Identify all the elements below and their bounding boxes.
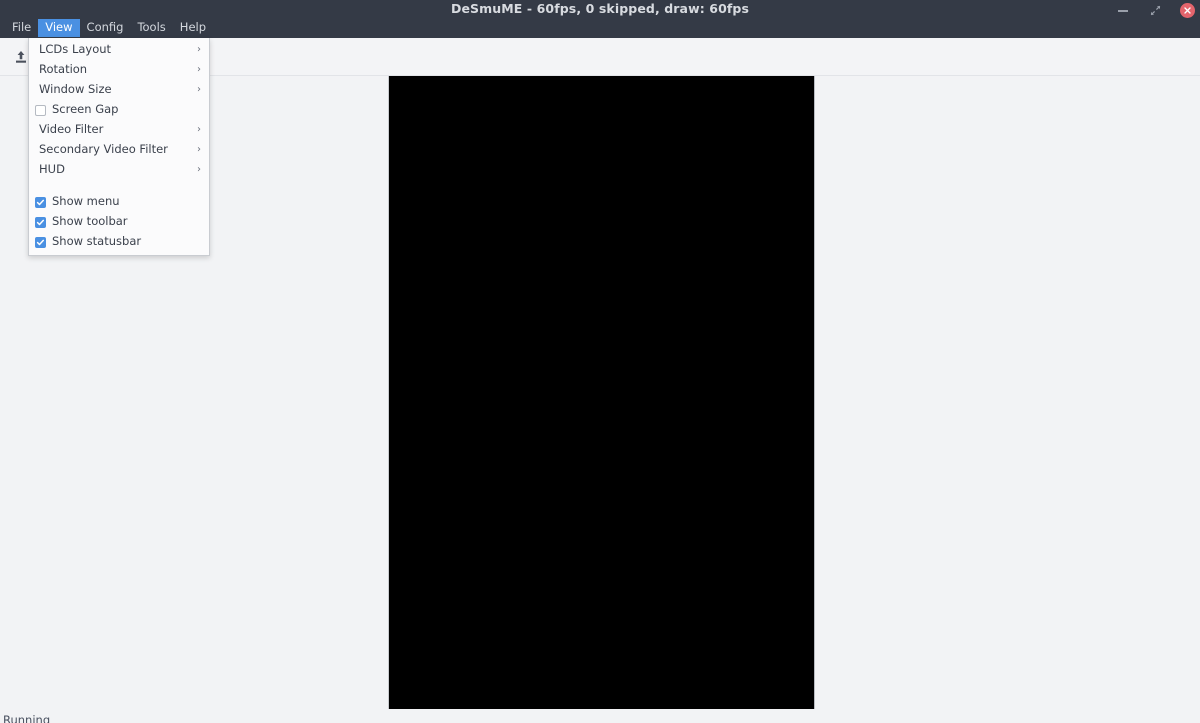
nds-screen-output[interactable]	[388, 76, 815, 714]
menu-item-lcds-layout[interactable]: LCDs Layout ›	[29, 40, 209, 60]
menu-item-label: Show menu	[52, 194, 120, 209]
maximize-icon	[1150, 5, 1160, 16]
chevron-right-icon: ›	[197, 164, 201, 175]
menu-help[interactable]: Help	[173, 19, 213, 38]
minimize-icon	[1118, 9, 1128, 12]
checkbox-unchecked-icon[interactable]	[35, 104, 46, 116]
menu-item-video-filter[interactable]: Video Filter ›	[29, 120, 209, 140]
close-icon	[1179, 3, 1195, 18]
menu-item-window-size[interactable]: Window Size ›	[29, 80, 209, 100]
menu-item-label: Show toolbar	[52, 214, 128, 229]
checkbox-checked-icon[interactable]	[35, 216, 46, 228]
menu-item-label: Show statusbar	[52, 234, 142, 249]
menu-item-label: Window Size	[39, 82, 112, 97]
minimize-button[interactable]	[1114, 2, 1132, 20]
status-text: Running	[3, 713, 51, 723]
menu-item-label: Secondary Video Filter	[39, 142, 168, 157]
menu-separator	[29, 184, 209, 192]
menu-item-label: Video Filter	[39, 122, 104, 137]
chevron-right-icon: ›	[197, 44, 201, 55]
chevron-right-icon: ›	[197, 144, 201, 155]
window-title: DeSmuME - 60fps, 0 skipped, draw: 60fps	[450, 0, 750, 16]
menu-tools[interactable]: Tools	[130, 19, 172, 38]
desmume-window: DeSmuME - 60fps, 0 skipped, draw: 60fps	[0, 0, 1200, 723]
close-button[interactable]	[1178, 2, 1196, 20]
menu-file[interactable]: File	[5, 19, 38, 38]
chevron-right-icon: ›	[197, 84, 201, 95]
menu-view[interactable]: View	[38, 18, 80, 38]
menu-item-label: Rotation	[39, 62, 88, 77]
status-bar: Running	[0, 709, 1200, 723]
menu-bar: File View Config Tools Help	[0, 18, 1200, 38]
menu-config[interactable]: Config	[80, 19, 131, 38]
maximize-button[interactable]	[1146, 2, 1164, 20]
menu-item-show-toolbar[interactable]: Show toolbar	[29, 212, 209, 232]
menu-item-label: LCDs Layout	[39, 42, 112, 57]
menu-item-label: Screen Gap	[52, 102, 119, 117]
menu-item-show-statusbar[interactable]: Show statusbar	[29, 232, 209, 252]
menu-item-label: HUD	[39, 162, 65, 177]
menu-item-rotation[interactable]: Rotation ›	[29, 60, 209, 80]
menu-item-secondary-video-filter[interactable]: Secondary Video Filter ›	[29, 140, 209, 160]
view-dropdown-menu: LCDs Layout › Rotation › Window Size › S…	[28, 38, 210, 256]
menu-item-hud[interactable]: HUD ›	[29, 160, 209, 180]
menu-item-screen-gap[interactable]: Screen Gap	[29, 100, 209, 120]
chevron-right-icon: ›	[197, 64, 201, 75]
checkbox-checked-icon[interactable]	[35, 236, 46, 248]
menu-item-show-menu[interactable]: Show menu	[29, 192, 209, 212]
checkbox-checked-icon[interactable]	[35, 196, 46, 208]
chevron-right-icon: ›	[197, 124, 201, 135]
